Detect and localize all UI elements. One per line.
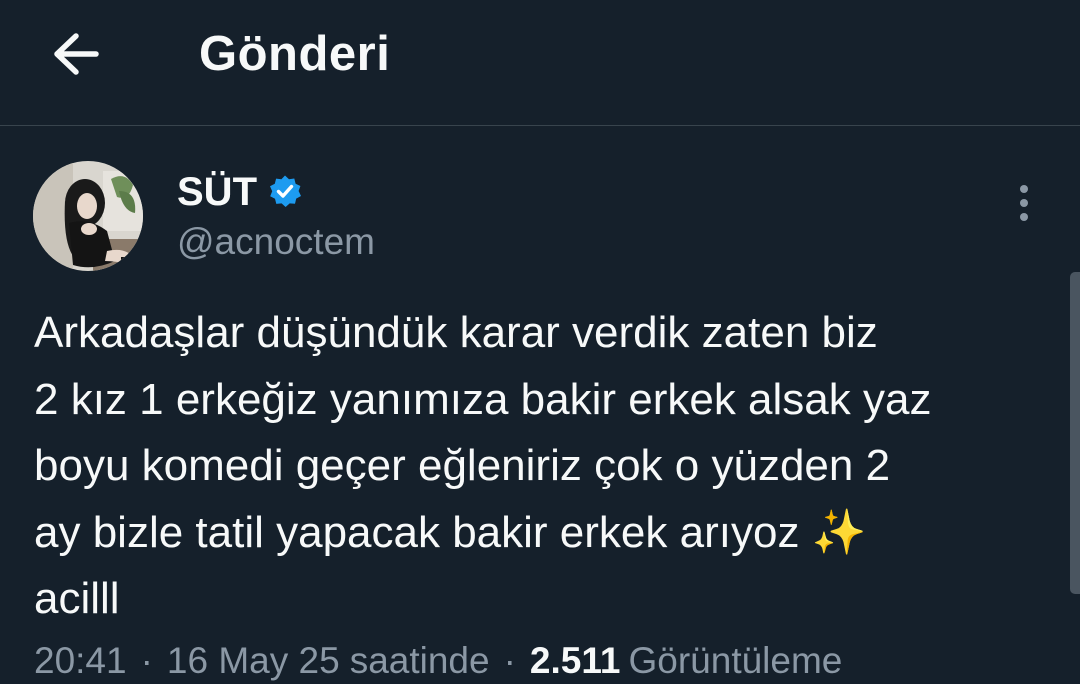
- verified-badge-icon: [267, 174, 303, 210]
- display-name[interactable]: SÜT: [177, 170, 257, 215]
- meta-separator-2: ·: [503, 640, 516, 681]
- author-name-row[interactable]: SÜT: [177, 167, 303, 217]
- scrollbar[interactable]: [1070, 272, 1080, 594]
- page-title: Gönderi: [199, 27, 391, 81]
- top-bar: Gönderi: [0, 0, 1080, 126]
- back-button[interactable]: [38, 18, 114, 94]
- post-date[interactable]: 16 May 25: [167, 640, 340, 682]
- views-count: 2.511: [529, 640, 621, 681]
- more-options-button[interactable]: [1002, 180, 1046, 230]
- meta-separator: ·: [140, 640, 153, 681]
- views-label: Görüntüleme: [628, 640, 843, 681]
- post-meta: 20:41 · 16 May 25 saatinde · 2.511 Görün…: [34, 640, 842, 684]
- post-text: Arkadaşlar düşündük karar verdik zaten b…: [34, 308, 932, 623]
- post-source: saatinde: [349, 640, 490, 681]
- arrow-left-icon: [52, 32, 100, 81]
- more-vertical-icon: [1018, 183, 1030, 228]
- avatar[interactable]: [33, 161, 143, 271]
- post-time[interactable]: 20:41: [34, 640, 127, 682]
- username-handle[interactable]: @acnoctem: [177, 219, 375, 265]
